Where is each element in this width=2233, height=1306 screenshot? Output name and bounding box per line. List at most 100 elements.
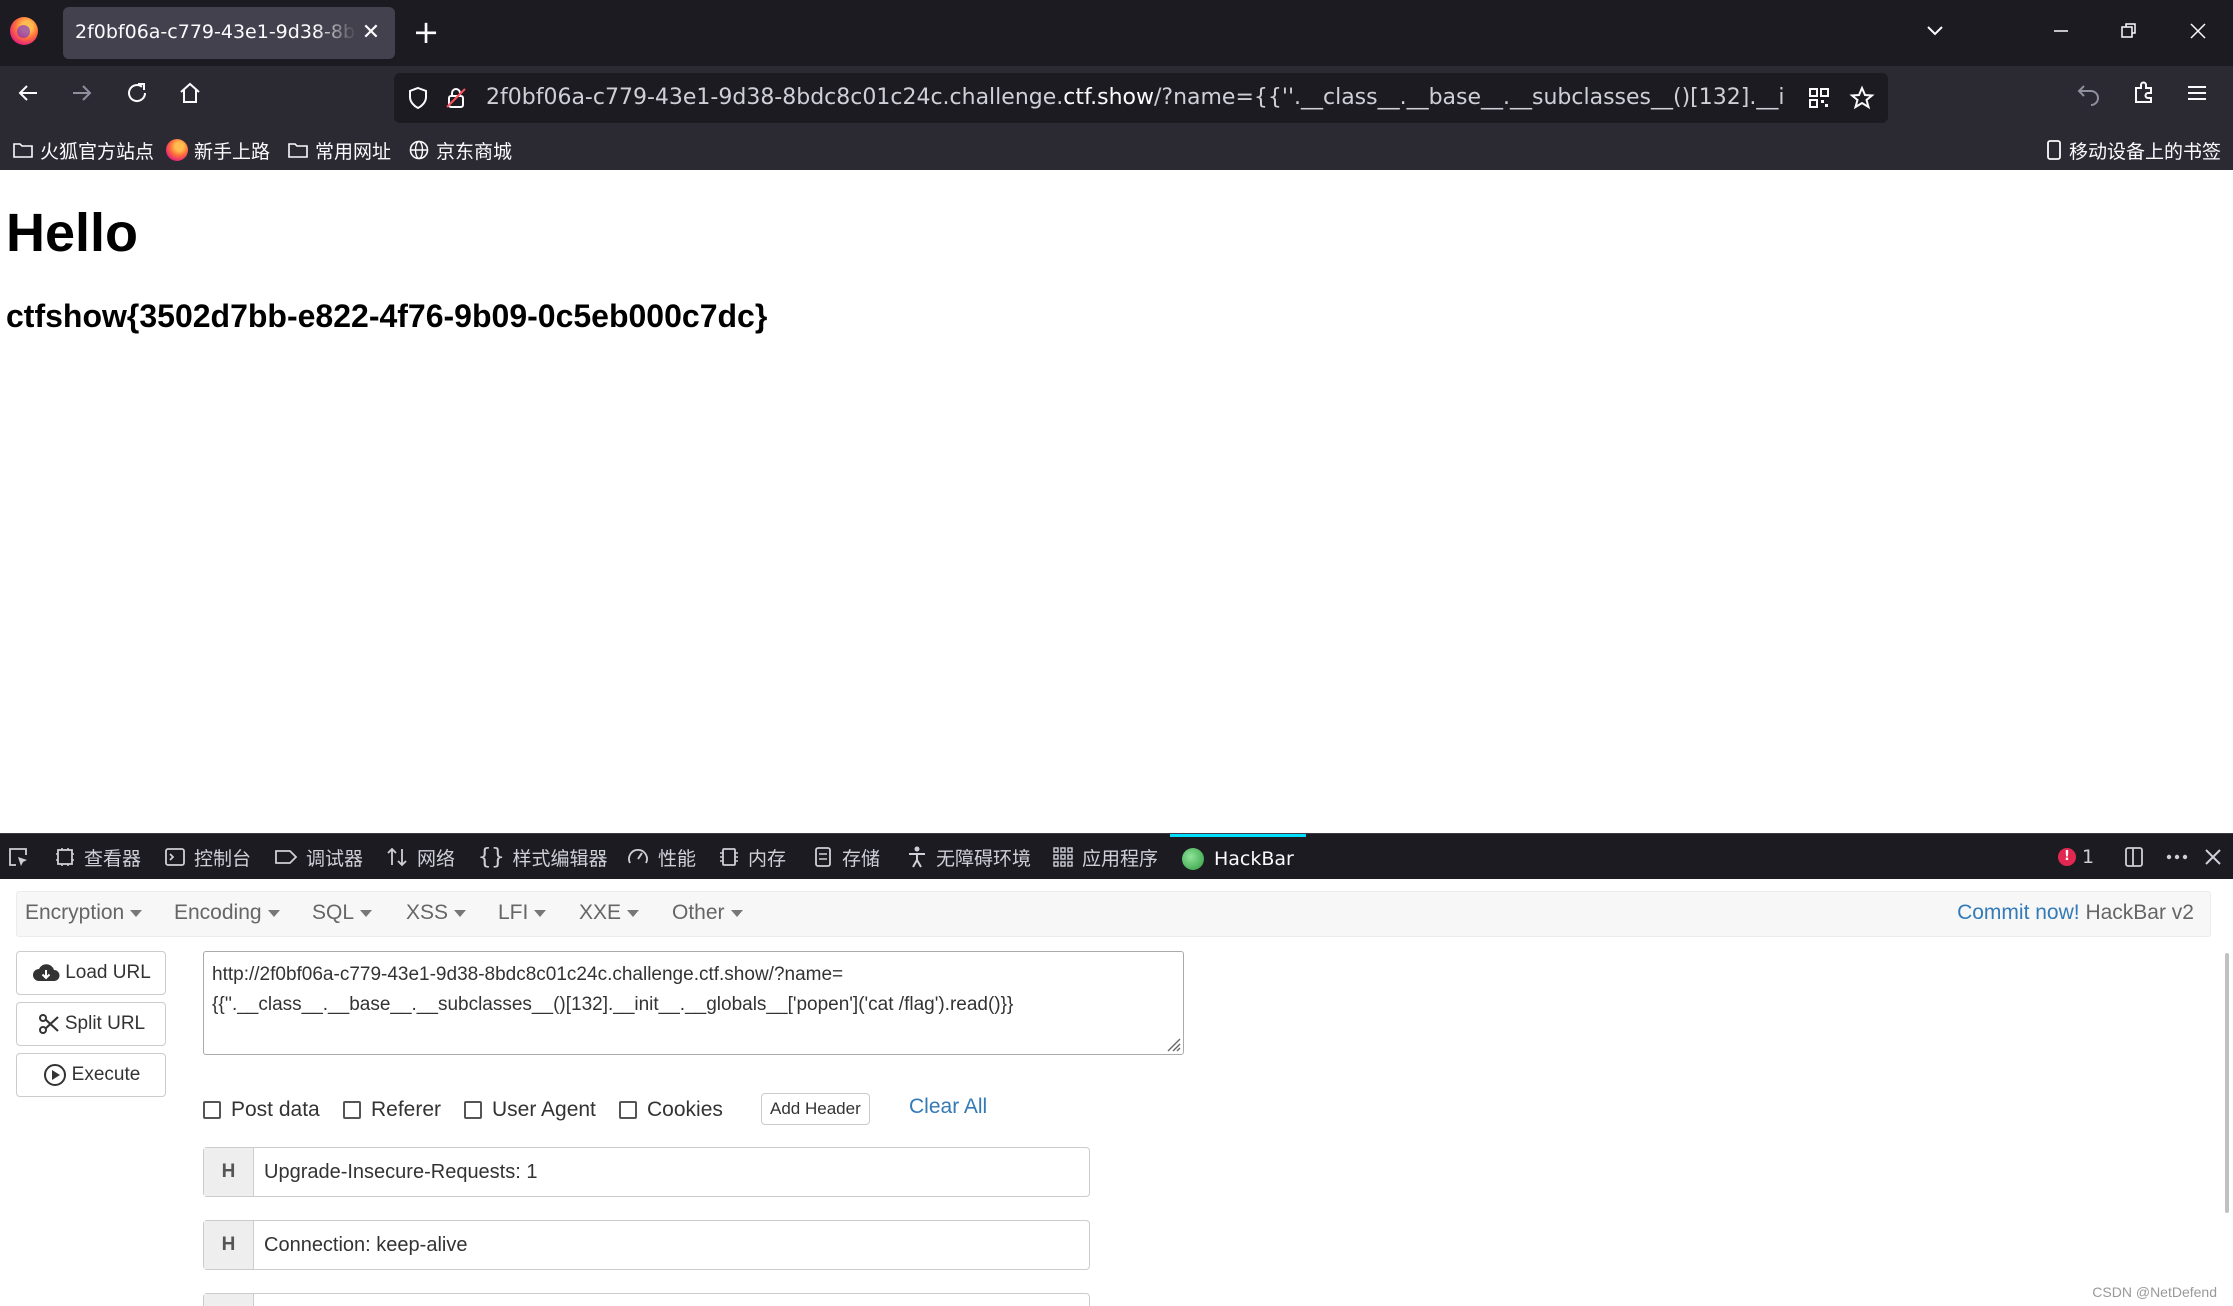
commit-now-link[interactable]: Commit now! bbox=[1957, 901, 2080, 924]
back-icon[interactable] bbox=[10, 80, 46, 116]
menu-encryption[interactable]: Encryption bbox=[25, 901, 143, 925]
console-icon bbox=[165, 848, 185, 866]
element-picker[interactable] bbox=[6, 834, 38, 880]
tab-performance[interactable]: 性能 bbox=[626, 834, 696, 880]
extensions-icon[interactable] bbox=[2126, 80, 2162, 116]
home-icon[interactable] bbox=[172, 80, 208, 116]
add-header-button[interactable]: Add Header bbox=[761, 1093, 870, 1125]
accessibility-icon bbox=[909, 846, 925, 868]
bookmark-item[interactable]: 新手上路 bbox=[166, 136, 270, 164]
new-tab-icon[interactable]: + bbox=[410, 16, 442, 49]
menu-xss[interactable]: XSS bbox=[406, 901, 467, 925]
hackbar-version: HackBar v2 bbox=[2085, 901, 2194, 924]
tracking-protection-shield-icon[interactable] bbox=[406, 86, 430, 110]
header-row[interactable]: H Upgrade-Insecure-Requests: 1 bbox=[203, 1147, 1090, 1197]
restore-icon[interactable] bbox=[2110, 14, 2148, 52]
url-line-2: {{''.__class__.__base__.__subclasses__()… bbox=[212, 994, 1014, 1015]
tab-style-editor[interactable]: {} 样式编辑器 bbox=[478, 834, 608, 880]
tab-accessibility[interactable]: 无障碍环境 bbox=[906, 834, 1031, 880]
bookmark-item[interactable]: 常用网址 bbox=[287, 136, 391, 164]
menu-hamburger-icon[interactable] bbox=[2179, 80, 2215, 116]
tab-console[interactable]: 控制台 bbox=[164, 834, 251, 880]
commit-link[interactable]: Commit now! HackBar v2 bbox=[1957, 901, 2194, 925]
user-agent-checkbox[interactable]: User Agent bbox=[464, 1093, 596, 1127]
referer-checkbox[interactable]: Referer bbox=[343, 1093, 441, 1127]
url-textarea[interactable]: http://2f0bf06a-c779-43e1-9d38-8bdc8c01c… bbox=[203, 951, 1184, 1055]
tab-label: 内存 bbox=[748, 847, 787, 870]
button-label: Load URL bbox=[65, 962, 151, 983]
menu-encoding[interactable]: Encoding bbox=[174, 901, 280, 925]
mobile-bookmarks[interactable]: 移动设备上的书签 bbox=[2045, 136, 2221, 164]
checkbox-icon[interactable] bbox=[464, 1101, 482, 1119]
load-url-button[interactable]: Load URL bbox=[16, 951, 166, 995]
menu-lfi[interactable]: LFI bbox=[498, 901, 547, 925]
header-row[interactable]: H Connection: keep-alive bbox=[203, 1220, 1090, 1270]
tab-label: 控制台 bbox=[194, 847, 252, 870]
dock-toggle-icon[interactable] bbox=[2122, 834, 2146, 880]
menu-label: Encryption bbox=[25, 901, 125, 924]
qr-code-icon[interactable] bbox=[1807, 86, 1831, 110]
network-icon bbox=[387, 847, 407, 867]
mobile-device-icon bbox=[2047, 140, 2061, 160]
tab-storage[interactable]: 存储 bbox=[812, 834, 880, 880]
close-window-icon[interactable] bbox=[2179, 14, 2217, 52]
execute-button[interactable]: Execute bbox=[16, 1053, 166, 1097]
browser-window: 2f0bf06a-c779-43e1-9d38-8bdc8c01c24c.cha… bbox=[0, 0, 2233, 1306]
tab-debugger[interactable]: 调试器 bbox=[274, 834, 363, 880]
tab-inspector[interactable]: 查看器 bbox=[54, 834, 141, 880]
bookmark-star-icon[interactable] bbox=[1849, 85, 1875, 111]
bookmark-label: 火狐官方站点 bbox=[40, 140, 155, 163]
list-tabs-icon[interactable] bbox=[1916, 14, 1954, 52]
header-row[interactable] bbox=[203, 1293, 1090, 1306]
resize-handle-icon[interactable] bbox=[1163, 1034, 1181, 1052]
tab-memory[interactable]: 内存 bbox=[718, 834, 786, 880]
insecure-lock-icon[interactable] bbox=[444, 86, 468, 110]
post-data-checkbox[interactable]: Post data bbox=[203, 1093, 320, 1127]
header-value[interactable]: Connection: keep-alive bbox=[254, 1221, 1089, 1269]
caret-down-icon bbox=[130, 909, 143, 917]
menu-sql[interactable]: SQL bbox=[312, 901, 373, 925]
checkbox-icon[interactable] bbox=[343, 1101, 361, 1119]
error-count-label: 1 bbox=[2082, 846, 2095, 868]
minimize-icon[interactable] bbox=[2042, 14, 2080, 52]
panel-scrollbar[interactable] bbox=[2225, 953, 2229, 1213]
address-bar[interactable]: 2f0bf06a-c779-43e1-9d38-8bdc8c01c24c.cha… bbox=[394, 73, 1888, 123]
globe-icon bbox=[409, 140, 429, 160]
split-url-button[interactable]: Split URL bbox=[16, 1002, 166, 1046]
firefox-icon[interactable] bbox=[10, 17, 38, 45]
clear-all-link[interactable]: Clear All bbox=[909, 1095, 987, 1119]
tab-network[interactable]: 网络 bbox=[385, 834, 455, 880]
undo-icon[interactable] bbox=[2071, 80, 2107, 116]
reload-icon[interactable] bbox=[119, 80, 155, 116]
error-count[interactable]: ! 1 bbox=[2058, 834, 2094, 880]
browser-tab[interactable]: 2f0bf06a-c779-43e1-9d38-8bdc8c01c24c.cha… bbox=[63, 7, 395, 59]
checkbox-icon[interactable] bbox=[203, 1101, 221, 1119]
tab-label: 存储 bbox=[842, 847, 881, 870]
scissors-icon bbox=[38, 1014, 59, 1034]
play-circle-icon bbox=[43, 1064, 66, 1086]
bookmark-item[interactable]: 火狐官方站点 bbox=[12, 136, 154, 164]
header-value[interactable] bbox=[254, 1294, 1089, 1306]
url-host: ctf.show bbox=[1063, 85, 1154, 110]
firefox-icon bbox=[166, 139, 188, 161]
tab-label: HackBar bbox=[1214, 847, 1294, 870]
header-key: H bbox=[204, 1148, 254, 1196]
option-label: User Agent bbox=[492, 1098, 596, 1121]
tab-application[interactable]: 应用程序 bbox=[1052, 834, 1158, 880]
caret-down-icon bbox=[730, 909, 743, 917]
url-text[interactable]: 2f0bf06a-c779-43e1-9d38-8bdc8c01c24c.cha… bbox=[486, 85, 1786, 113]
option-label: Cookies bbox=[647, 1098, 723, 1121]
caret-down-icon bbox=[454, 909, 467, 917]
mobile-bookmarks-label: 移动设备上的书签 bbox=[2068, 140, 2221, 163]
more-options-icon[interactable] bbox=[2164, 834, 2190, 880]
forward-icon[interactable] bbox=[64, 80, 100, 116]
bookmark-item[interactable]: 京东商城 bbox=[408, 136, 512, 164]
header-value[interactable]: Upgrade-Insecure-Requests: 1 bbox=[254, 1148, 1089, 1196]
menu-other[interactable]: Other bbox=[672, 901, 743, 925]
cookies-checkbox[interactable]: Cookies bbox=[619, 1093, 723, 1127]
checkbox-icon[interactable] bbox=[619, 1101, 637, 1119]
menu-xxe[interactable]: XXE bbox=[579, 901, 640, 925]
tab-hackbar[interactable]: HackBar bbox=[1170, 834, 1306, 880]
close-devtools-icon[interactable] bbox=[2202, 834, 2224, 880]
close-tab-icon[interactable]: ✕ bbox=[357, 19, 385, 47]
